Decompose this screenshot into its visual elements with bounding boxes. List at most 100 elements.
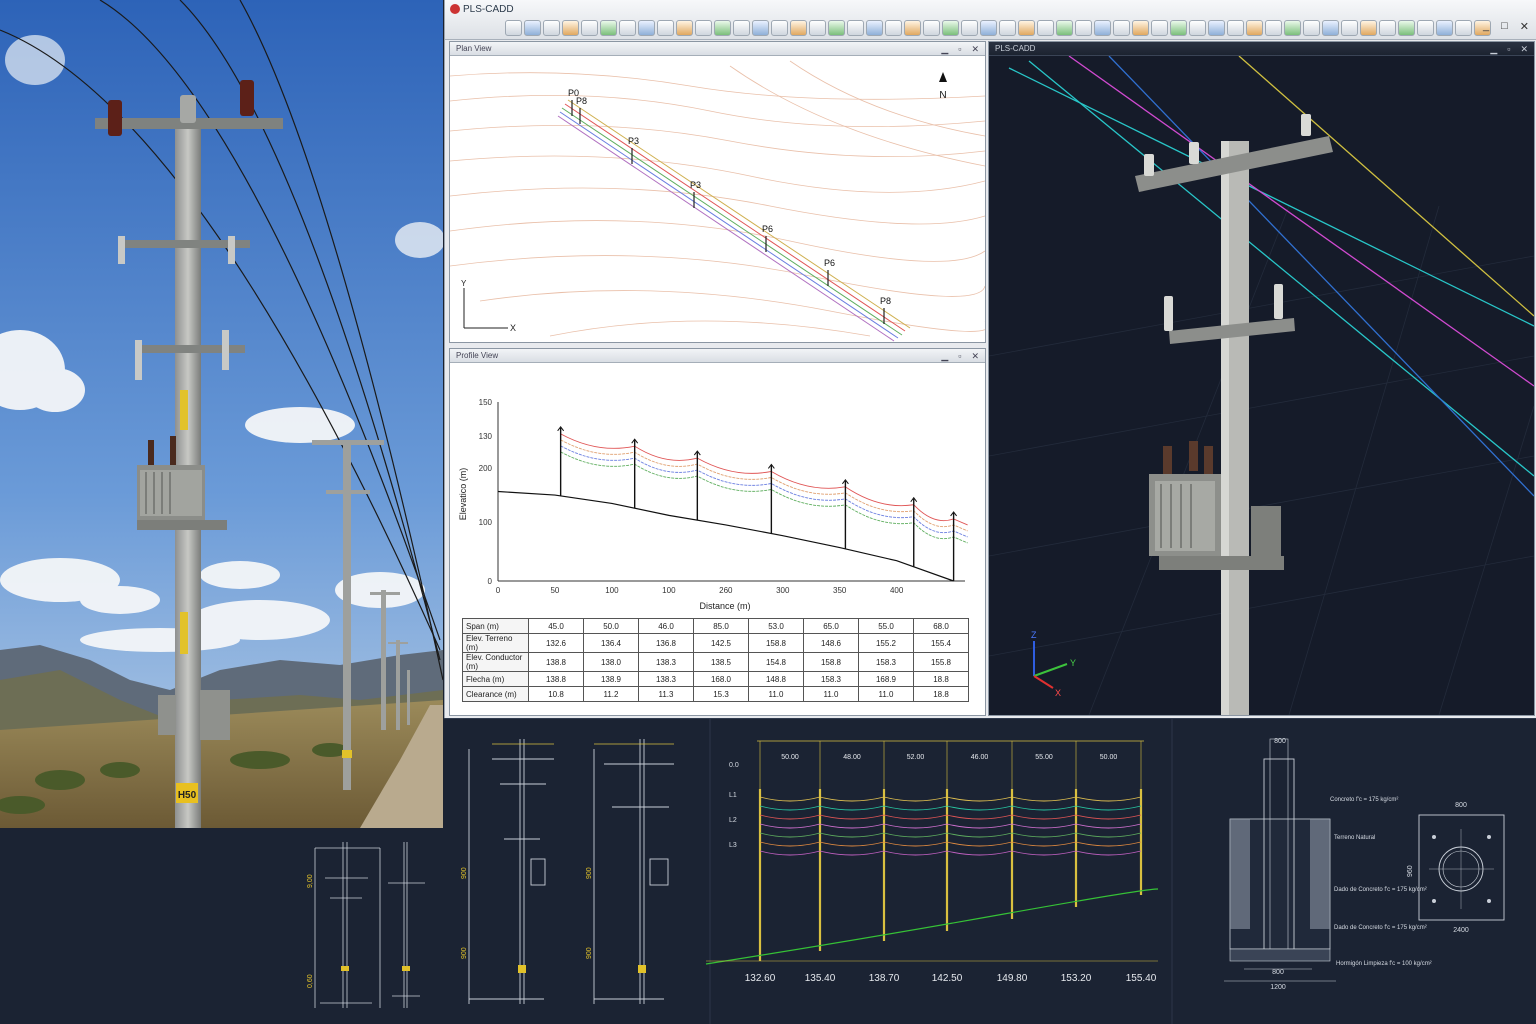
span-table-cell: 168.0 bbox=[693, 671, 749, 687]
3d-max-button[interactable]: ▫ bbox=[1507, 42, 1510, 56]
note-dado-1: Dado de Concreto f'c = 175 kg/cm² bbox=[1334, 887, 1427, 893]
toolbar-button[interactable] bbox=[1208, 20, 1225, 36]
plan-view-panel[interactable]: Plan View ▁ ▫ ✕ P0 P8 P3 P3 P6 P6 P8 N Y… bbox=[449, 41, 989, 343]
toolbar-button[interactable] bbox=[1341, 20, 1358, 36]
toolbar-button[interactable] bbox=[1379, 20, 1396, 36]
3d-view-canvas[interactable]: Z Y X bbox=[988, 55, 1535, 716]
toolbar-button[interactable] bbox=[942, 20, 959, 36]
toolbar-button[interactable] bbox=[866, 20, 883, 36]
toolbar-button[interactable] bbox=[961, 20, 978, 36]
toolbar-button[interactable] bbox=[1189, 20, 1206, 36]
foundation-plan: 800 2400 960 bbox=[1407, 802, 1505, 934]
plan-max-button[interactable]: ▫ bbox=[958, 42, 961, 56]
profile-conductor-series bbox=[560, 451, 968, 544]
toolbar-button[interactable] bbox=[505, 20, 522, 36]
profile-x-tick: 100 bbox=[662, 586, 676, 595]
toolbar-button[interactable] bbox=[1170, 20, 1187, 36]
toolbar-button[interactable] bbox=[1018, 20, 1035, 36]
minimize-button[interactable]: _ bbox=[1483, 20, 1489, 33]
toolbar-button[interactable] bbox=[1227, 20, 1244, 36]
site-photo: H50 bbox=[0, 0, 443, 828]
span-table-cell: 138.9 bbox=[583, 671, 639, 687]
toolbar-button[interactable] bbox=[1037, 20, 1054, 36]
toolbar-button[interactable] bbox=[714, 20, 731, 36]
toolbar-button[interactable] bbox=[638, 20, 655, 36]
toolbar-button[interactable] bbox=[619, 20, 636, 36]
toolbar-button[interactable] bbox=[1113, 20, 1130, 36]
3d-min-button[interactable]: ▁ bbox=[1490, 42, 1497, 56]
span-table-cell: 10.8 bbox=[528, 686, 584, 702]
plan-view-canvas[interactable]: P0P8P3P3P6P6P8 N Y X bbox=[449, 56, 989, 342]
main-toolbar bbox=[505, 20, 1491, 38]
3d-close-button[interactable]: ✕ bbox=[1520, 42, 1528, 56]
toolbar-button[interactable] bbox=[1094, 20, 1111, 36]
profile-close-button[interactable]: ✕ bbox=[971, 349, 979, 363]
profile-y-tick: 0 bbox=[488, 577, 493, 586]
small-pole-elevation-b bbox=[388, 842, 425, 1008]
cad-conductor bbox=[759, 823, 1142, 829]
toolbar-button[interactable] bbox=[885, 20, 902, 36]
toolbar-button[interactable] bbox=[695, 20, 712, 36]
toolbar-button[interactable] bbox=[1246, 20, 1263, 36]
maximize-button[interactable]: □ bbox=[1501, 20, 1508, 33]
toolbar-button[interactable] bbox=[1151, 20, 1168, 36]
profile-x-tick: 260 bbox=[719, 586, 733, 595]
toolbar-button[interactable] bbox=[581, 20, 598, 36]
profile-x-tick: 300 bbox=[776, 586, 790, 595]
profile-view-panel[interactable]: Profile View ▁ ▫ ✕ 150 130 200 100 0 0 50 100 100 2… bbox=[449, 348, 986, 716]
cad-span-label: 46.00 bbox=[971, 754, 989, 761]
close-button[interactable]: ✕ bbox=[1520, 20, 1529, 33]
toolbar-button[interactable] bbox=[657, 20, 674, 36]
toolbar-button[interactable] bbox=[980, 20, 997, 36]
toolbar-button[interactable] bbox=[828, 20, 845, 36]
toolbar-button[interactable] bbox=[1284, 20, 1301, 36]
span-table-row-header: Elev. Terreno (m) bbox=[462, 633, 529, 653]
toolbar-button[interactable] bbox=[524, 20, 541, 36]
toolbar-button[interactable] bbox=[904, 20, 921, 36]
span-table-cell: 158.3 bbox=[858, 652, 914, 672]
toolbar-button[interactable] bbox=[1360, 20, 1377, 36]
span-table-cell: 138.5 bbox=[693, 652, 749, 672]
toolbar-button[interactable] bbox=[1265, 20, 1282, 36]
profile-min-button[interactable]: ▁ bbox=[941, 349, 948, 363]
3d-view-panel[interactable]: PLS-CADD ▁ ▫ ✕ Z Y X bbox=[988, 41, 1535, 716]
plan-axis-gizmo bbox=[463, 288, 508, 329]
toolbar-button[interactable] bbox=[1398, 20, 1415, 36]
toolbar-button[interactable] bbox=[1132, 20, 1149, 36]
toolbar-button[interactable] bbox=[562, 20, 579, 36]
app-icon bbox=[450, 4, 460, 14]
toolbar-button[interactable] bbox=[676, 20, 693, 36]
plan-pole-label: P3 bbox=[690, 180, 701, 190]
toolbar-button[interactable] bbox=[1322, 20, 1339, 36]
toolbar-button[interactable] bbox=[1417, 20, 1434, 36]
profile-chart[interactable]: 150 130 200 100 00 50 100 100 260 300 350 400 Eleva… bbox=[450, 364, 985, 619]
toolbar-button[interactable] bbox=[543, 20, 560, 36]
plan-min-button[interactable]: ▁ bbox=[941, 42, 948, 56]
cad-span-label: 48.00 bbox=[843, 754, 861, 761]
toolbar-button[interactable] bbox=[1436, 20, 1453, 36]
3d-axis-z: Z bbox=[1031, 630, 1037, 640]
toolbar-button[interactable] bbox=[999, 20, 1016, 36]
toolbar-button[interactable] bbox=[752, 20, 769, 36]
span-table-row-header: Flecha (m) bbox=[462, 671, 529, 687]
span-table-cell: 18.8 bbox=[913, 686, 969, 702]
toolbar-button[interactable] bbox=[1455, 20, 1472, 36]
toolbar-button[interactable] bbox=[771, 20, 788, 36]
toolbar-button[interactable] bbox=[1303, 20, 1320, 36]
toolbar-button[interactable] bbox=[847, 20, 864, 36]
toolbar-button[interactable] bbox=[1056, 20, 1073, 36]
toolbar-button[interactable] bbox=[809, 20, 826, 36]
span-table-cell: 154.8 bbox=[748, 652, 804, 672]
plan-close-button[interactable]: ✕ bbox=[971, 42, 979, 56]
toolbar-button[interactable] bbox=[600, 20, 617, 36]
plan-poles: P0P8P3P3P6P6P8 bbox=[568, 88, 891, 324]
toolbar-button[interactable] bbox=[733, 20, 750, 36]
profile-max-button[interactable]: ▫ bbox=[958, 349, 961, 363]
span-table-cell: 138.0 bbox=[583, 652, 639, 672]
span-table-row-header: Elev. Conductor (m) bbox=[462, 652, 529, 672]
contour-lines bbox=[449, 60, 989, 337]
toolbar-button[interactable] bbox=[1075, 20, 1092, 36]
toolbar-button[interactable] bbox=[790, 20, 807, 36]
toolbar-button[interactable] bbox=[923, 20, 940, 36]
small-dim-b: 0,60 bbox=[307, 974, 314, 988]
